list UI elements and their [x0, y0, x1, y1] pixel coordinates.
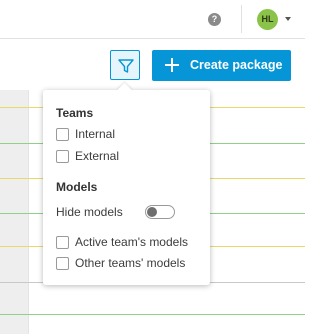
other-teams-models-label: Other teams' models — [75, 256, 186, 270]
internal-checkbox[interactable] — [56, 128, 69, 141]
models-section-title: Models — [56, 180, 98, 194]
toggle-knob — [147, 207, 157, 217]
top-bar: ? HL — [0, 0, 305, 39]
hide-models-toggle[interactable] — [145, 205, 175, 219]
row-divider — [0, 314, 305, 315]
filter-option-other-teams-models[interactable]: Other teams' models — [56, 256, 201, 271]
external-checkbox[interactable] — [56, 150, 69, 163]
internal-label: Internal — [75, 127, 116, 141]
filter-option-internal[interactable]: Internal — [56, 127, 176, 142]
filter-option-external[interactable]: External — [56, 149, 176, 164]
other-teams-models-checkbox[interactable] — [56, 257, 69, 270]
plus-icon — [165, 58, 179, 72]
avatar[interactable]: HL — [257, 9, 278, 30]
help-icon[interactable]: ? — [208, 13, 221, 26]
top-bar-divider — [241, 5, 242, 33]
create-package-label: Create package — [190, 58, 283, 72]
create-package-button[interactable]: Create package — [152, 50, 291, 81]
filter-button[interactable] — [110, 50, 140, 80]
chevron-down-icon[interactable] — [285, 17, 291, 21]
left-gutter — [0, 90, 29, 334]
teams-section-title: Teams — [56, 106, 94, 120]
filter-option-active-team-models[interactable]: Active team's models — [56, 235, 201, 250]
active-team-models-checkbox[interactable] — [56, 236, 69, 249]
filter-icon — [118, 59, 134, 73]
hide-models-label: Hide models — [56, 205, 123, 219]
external-label: External — [75, 149, 120, 163]
active-team-models-label: Active team's models — [75, 235, 188, 249]
